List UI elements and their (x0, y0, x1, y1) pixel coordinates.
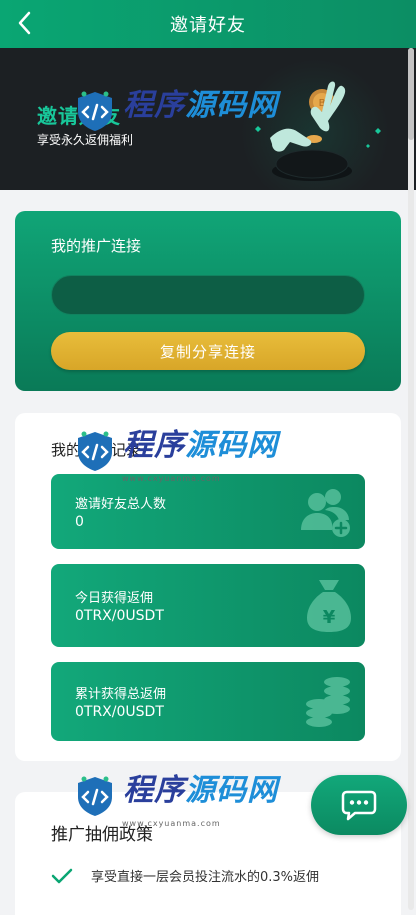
policy-title: 推广抽佣政策 (51, 825, 153, 845)
chat-bubble-icon (341, 790, 377, 821)
referral-link-label: 我的推广连接 (51, 237, 142, 255)
page-scrollbar[interactable] (408, 48, 414, 910)
banner-subtitle: 享受永久返佣福利 (37, 133, 134, 147)
check-icon (51, 868, 73, 883)
stat-value: 0TRX/0USDT (75, 704, 164, 720)
stat-label: 今日获得返佣 (75, 591, 154, 606)
coin-stack-icon (306, 677, 350, 727)
banner-title: 邀请好友 (37, 104, 121, 128)
top-nav-bar: 邀请好友 (0, 0, 416, 48)
money-bag-icon: ¥ (307, 580, 351, 632)
copy-share-link-button[interactable]: 复制分享连接 (51, 332, 365, 370)
invite-banner: 邀请好友 享受永久返佣福利 B (0, 48, 416, 190)
referral-link-card: 我的推广连接 复制分享连接 (15, 211, 401, 391)
invite-records-card: 我的邀请记录 邀请好友总人数 0 今日获得返佣 0TRX/0USDT ¥ 累计获… (15, 413, 401, 761)
policy-item: 享受直接一层会员投注流水的0.3%返佣 (51, 866, 319, 885)
referral-link-input[interactable] (51, 275, 365, 315)
page-title: 邀请好友 (170, 15, 246, 36)
scrollbar-thumb[interactable] (408, 48, 414, 140)
stat-label: 邀请好友总人数 (75, 497, 167, 512)
chevron-left-icon (18, 11, 31, 35)
stat-total-commission: 累计获得总返佣 0TRX/0USDT (51, 662, 365, 741)
hands-coins-illustration-icon: B (255, 81, 381, 181)
back-button[interactable] (10, 8, 40, 38)
stat-value: 0 (75, 514, 84, 530)
svg-text:¥: ¥ (323, 607, 336, 628)
stat-today-commission: 今日获得返佣 0TRX/0USDT ¥ (51, 564, 365, 647)
policy-item-text: 享受直接一层会员投注流水的0.3%返佣 (91, 870, 320, 885)
stat-total-invites: 邀请好友总人数 0 (51, 474, 365, 549)
records-title: 我的邀请记录 (51, 441, 142, 459)
stat-value: 0TRX/0USDT (75, 608, 164, 624)
users-add-icon (301, 489, 350, 537)
stat-label: 累计获得总返佣 (75, 687, 167, 702)
customer-service-button[interactable] (311, 775, 407, 835)
